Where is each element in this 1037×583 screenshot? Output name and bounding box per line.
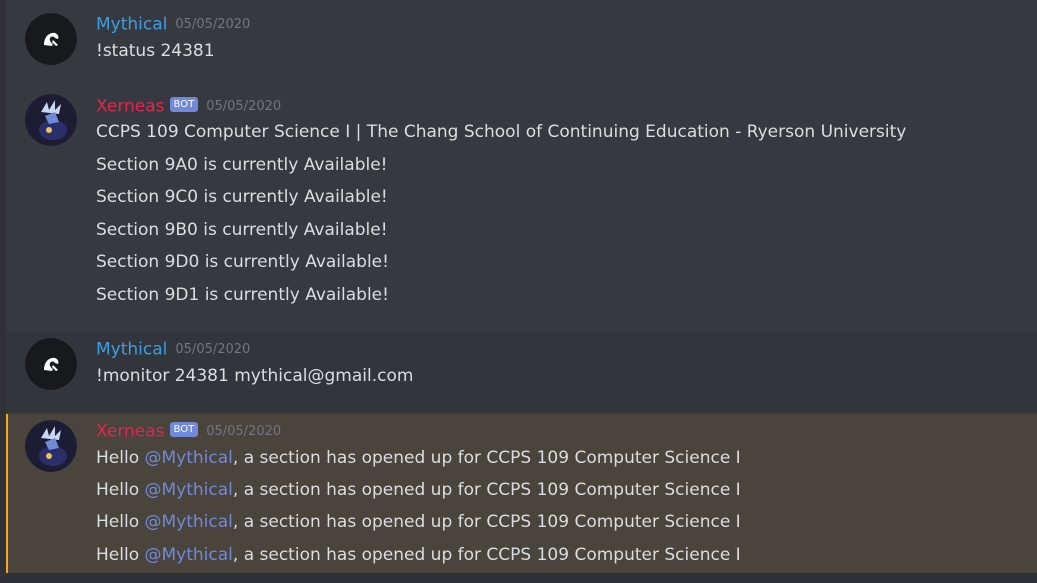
message-text: Section 9D0 is currently Available! [96,252,389,272]
message-group-mention[interactable]: Xerneas BOT 05/05/2020 Hello @Mythical, a … [6,414,1037,573]
mythical-avatar-icon[interactable] [25,13,77,65]
xerneas-avatar-icon[interactable] [25,94,77,146]
message-timestamp: 05/05/2020 [175,16,251,32]
user-mention[interactable]: @Mythical [145,545,233,565]
message-group[interactable]: Xerneas BOT 05/05/2020 CCPS 109 Computer S… [6,80,1037,332]
message-text: Section 9A0 is currently Available! [96,155,388,175]
message-group[interactable]: Mythical 05/05/2020 !monitor 24381 mythic… [6,332,1037,412]
message-text: Section 9C0 is currently Available! [96,187,388,207]
message-text: !monitor 24381 mythical@gmail.com [96,366,414,386]
message-timestamp: 05/05/2020 [206,98,282,114]
message-author-name[interactable]: Mythical [96,340,167,360]
user-mention[interactable]: @Mythical [145,512,233,532]
message-author-name[interactable]: Xerneas [96,422,165,442]
user-mention[interactable]: @Mythical [145,480,233,500]
message-text: Section 9D1 is currently Available! [96,285,389,305]
chat-message-list: Mythical 05/05/2020 !status 24381 Xerneas… [0,0,1037,583]
message-timestamp: 05/05/2020 [175,341,251,357]
message-text: Hello @Mythical, a section has opened up… [96,512,741,532]
user-mention[interactable]: @Mythical [145,448,233,468]
message-author-name[interactable]: Xerneas [96,97,165,117]
xerneas-avatar-icon[interactable] [25,420,77,472]
chat-bottom-edge [0,573,1037,583]
bot-tag: BOT [169,97,199,112]
message-text: Hello @Mythical, a section has opened up… [96,448,741,468]
mention-indicator-bar [6,414,8,573]
message-text: Hello @Mythical, a section has opened up… [96,545,741,565]
message-text: CCPS 109 Computer Science I | The Chang … [96,122,907,142]
message-timestamp: 05/05/2020 [206,423,282,439]
message-text: Hello @Mythical, a section has opened up… [96,480,741,500]
message-text: !status 24381 [96,41,215,61]
message-author-name[interactable]: Mythical [96,15,167,35]
bot-tag: BOT [169,422,199,437]
message-group[interactable]: Mythical 05/05/2020 !status 24381 [6,0,1037,80]
message-text: Section 9B0 is currently Available! [96,220,388,240]
mythical-avatar-icon[interactable] [25,338,77,390]
